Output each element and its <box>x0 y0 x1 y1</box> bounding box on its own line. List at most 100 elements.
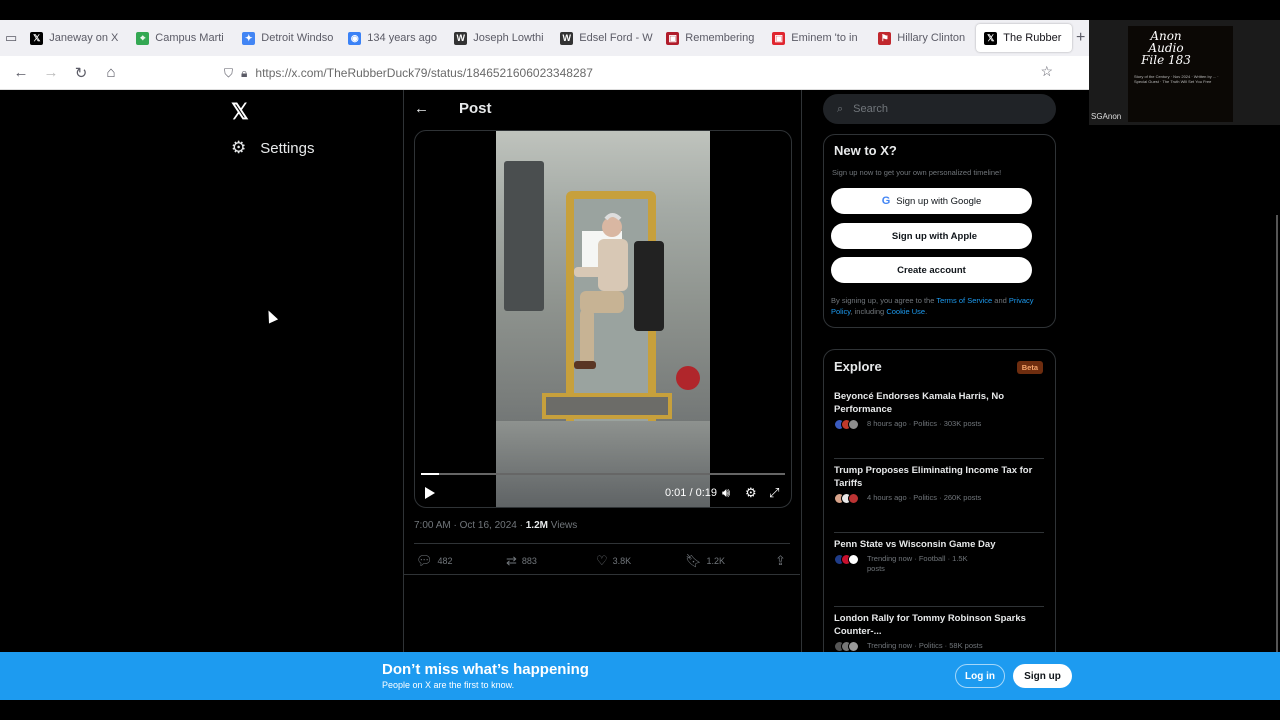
share-button[interactable]: ⇪ <box>775 553 786 569</box>
home-icon[interactable]: ⌂ <box>96 64 126 81</box>
post-views-label: Views <box>547 520 578 531</box>
settings-nav-item[interactable]: ⚙ Settings <box>231 138 314 158</box>
bookmark-icon: 🔖︎ <box>685 553 702 568</box>
new-to-x-subtitle: Sign up now to get your own personalized… <box>832 168 1002 177</box>
like-button[interactable]: ♡ 3.8K <box>596 553 631 569</box>
trend-avatars <box>834 641 859 652</box>
browser-tab-label: Remembering <box>685 32 755 44</box>
reload-icon[interactable]: ↻ <box>66 64 96 82</box>
avatar <box>848 493 859 504</box>
browser-tab[interactable]: 𝕏The Rubber✕ <box>976 24 1073 52</box>
video-scene-flowers <box>676 366 700 390</box>
globe-icon: ◉ <box>348 31 362 45</box>
new-to-x-card: New to X? Sign up now to get your own pe… <box>823 134 1056 328</box>
trend-item[interactable]: London Rally for Tommy Robinson Sparks C… <box>834 612 1044 652</box>
terms-text: and <box>992 296 1009 305</box>
flag-icon: ⚑ <box>878 31 892 45</box>
search-input[interactable]: ⌕ Search <box>823 94 1056 124</box>
create-account-button[interactable]: Create account <box>831 257 1032 283</box>
trend-avatars <box>834 419 859 430</box>
video-player[interactable]: 0:01 / 0:19 🔊︎ ⚙ ⤢ <box>414 130 792 508</box>
video-scene-step <box>542 393 672 419</box>
settings-gear-icon[interactable]: ⚙ <box>745 485 757 501</box>
x-logo-icon: 𝕏 <box>984 31 998 45</box>
new-tab-icon[interactable]: + <box>1072 29 1089 47</box>
google-signup-label: Sign up with Google <box>896 195 982 207</box>
browser-tab[interactable]: ⌖ Campus Marti <box>128 24 232 52</box>
browser-tab[interactable]: 𝕏 Janeway on X <box>22 24 126 52</box>
signup-banner: Don’t miss what’s happening People on X … <box>0 652 1280 700</box>
trend-title: Beyoncé Endorses Kamala Harris, No Perfo… <box>834 391 1005 415</box>
signup-terms: By signing up, you agree to the Terms of… <box>831 295 1046 317</box>
post-timestamp[interactable]: 7:00 AM · Oct 16, 2024 · <box>414 520 526 531</box>
bookmark-button[interactable]: 🔖︎ 1.2K <box>685 553 725 569</box>
divider <box>834 606 1044 607</box>
video-frame[interactable] <box>496 131 710 507</box>
browser-tab[interactable]: ⚑ Hillary Clinton <box>870 24 974 52</box>
page-scrollbar[interactable] <box>1276 215 1278 655</box>
apple-signup-label: Sign up with Apple <box>891 230 978 242</box>
google-signup-button[interactable]: G Sign up with Google <box>831 188 1032 214</box>
back-icon[interactable]: ← <box>6 64 36 81</box>
trend-meta: Trending now · Football · 1.5K posts <box>867 554 968 573</box>
tab-list-icon[interactable]: ▭ <box>0 20 22 56</box>
repost-button[interactable]: ⇄ 883 <box>506 553 537 569</box>
bottom-strip <box>0 700 1280 720</box>
screen: ▭ 𝕏 Janeway on X ⌖ Campus Marti ✦ Detroit Win… <box>0 0 1280 720</box>
banner-subtext: People on X are the first to know. <box>382 680 515 690</box>
browser-tab[interactable]: ◉ 134 years ago <box>340 24 444 52</box>
fullscreen-icon[interactable]: ⤢ <box>769 485 779 501</box>
trend-item[interactable]: Beyoncé Endorses Kamala Harris, No Perfo… <box>834 390 1044 430</box>
reply-count: 482 <box>437 556 453 566</box>
volume-icon[interactable]: 🔊︎ <box>722 485 730 501</box>
mouse-cursor <box>263 308 279 324</box>
video-progress-fill <box>421 473 440 475</box>
browser-tab[interactable]: ▣ Eminem 'to in <box>764 24 868 52</box>
browser-tab[interactable]: ✦ Detroit Windso <box>234 24 338 52</box>
post-metadata: 7:00 AM · Oct 16, 2024 · 1.2M Views <box>414 520 577 531</box>
column-divider <box>801 90 802 660</box>
divider <box>404 574 800 575</box>
avatar <box>848 641 859 652</box>
explore-title: Explore <box>834 359 882 374</box>
forward-icon[interactable]: → <box>36 64 66 81</box>
apple-signup-button[interactable]: Sign up with Apple <box>831 223 1032 249</box>
browser-tab[interactable]: ▣ Remembering <box>658 24 762 52</box>
video-scene-panel <box>504 161 544 311</box>
browser-tab-label: 134 years ago <box>367 32 437 44</box>
terms-of-service-link[interactable]: Terms of Service <box>936 296 992 305</box>
x-logo-icon: 𝕏 <box>30 31 44 45</box>
shield-icon[interactable]: ⛉ <box>224 66 233 81</box>
address-bar[interactable]: ⛉ 🔒︎ https://x.com/TheRubberDuck79/statu… <box>224 60 1064 86</box>
browser-tab-label: Edsel Ford - W <box>579 32 653 44</box>
beta-badge: Beta <box>1016 361 1043 374</box>
avatar <box>848 554 859 565</box>
signup-button[interactable]: Sign up <box>1013 664 1072 688</box>
trend-item[interactable]: Trump Proposes Eliminating Income Tax fo… <box>834 464 1044 504</box>
gear-icon: ⚙ <box>231 138 247 157</box>
browser-tab[interactable]: W Edsel Ford - W <box>552 24 656 52</box>
browser-tab-label: Detroit Windso <box>261 32 334 44</box>
trend-meta-row: 4 hours ago · Politics · 260K posts <box>834 493 1044 504</box>
x-logo-icon[interactable]: 𝕏 <box>231 99 249 125</box>
login-button[interactable]: Log in <box>955 664 1005 688</box>
reply-button[interactable]: 💬︎ 482 <box>416 553 453 569</box>
url-text[interactable]: https://x.com/TheRubberDuck79/status/184… <box>255 66 593 80</box>
browser-tab[interactable]: W Joseph Lowthi <box>446 24 550 52</box>
divider <box>834 532 1044 533</box>
terms-text: , including <box>850 307 887 316</box>
new-to-x-title: New to X? <box>834 143 897 158</box>
bookmark-star-icon[interactable]: ☆ <box>1040 63 1053 80</box>
trend-title: London Rally for Tommy Robinson Sparks C… <box>834 613 1026 637</box>
video-progress-bar[interactable] <box>421 473 785 475</box>
cookie-use-link[interactable]: Cookie Use <box>886 307 925 316</box>
post-actions: 💬︎ 482 ⇄ 883 ♡ 3.8K 🔖︎ 1.2K ⇪ <box>414 550 790 572</box>
share-icon: ⇪ <box>775 553 786 568</box>
play-icon[interactable] <box>425 487 435 499</box>
trend-avatars <box>834 554 859 565</box>
like-count: 3.8K <box>612 556 632 566</box>
trend-item[interactable]: Penn State vs Wisconsin Game Day Trending… <box>834 538 1044 574</box>
back-arrow-icon[interactable]: ← <box>414 100 429 117</box>
lock-icon[interactable]: 🔒︎ <box>241 66 247 81</box>
explore-card: Explore Beta Beyoncé Endorses Kamala Har… <box>823 349 1056 669</box>
